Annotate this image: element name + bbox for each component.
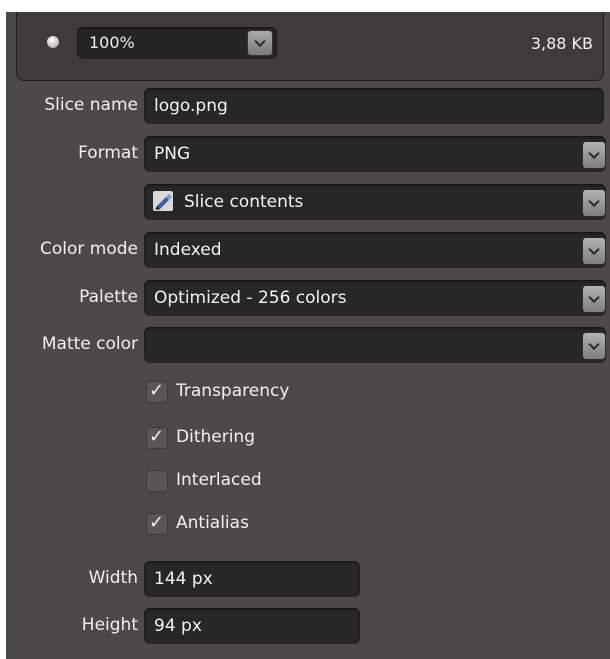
format-label: Format (78, 143, 138, 163)
chevron-down-icon[interactable] (582, 332, 606, 360)
color-mode-value: Indexed (154, 240, 222, 260)
slice-name-label: Slice name (44, 95, 138, 115)
antialias-label: Antialias (176, 513, 249, 533)
chevron-down-icon[interactable] (247, 30, 273, 56)
height-label: Height (81, 615, 138, 635)
format-value: PNG (154, 144, 191, 164)
slice-name-input[interactable]: logo.png (144, 88, 604, 124)
transparency-checkbox[interactable]: ✓ (146, 380, 168, 403)
height-input[interactable]: 94 px (144, 608, 360, 644)
transparency-label: Transparency (176, 381, 290, 401)
slice-name-value: logo.png (154, 96, 228, 116)
palette-select[interactable]: Optimized - 256 colors (144, 280, 606, 316)
width-label: Width (88, 568, 138, 588)
chevron-down-icon[interactable] (582, 285, 606, 313)
color-mode-label: Color mode (40, 239, 138, 259)
matte-color-label: Matte color (41, 334, 138, 354)
width-value: 144 px (154, 569, 213, 589)
check-icon: ✓ (149, 380, 165, 401)
preview-bar: 100% 3,88 KB (16, 12, 604, 81)
check-icon: ✓ (149, 426, 165, 447)
file-size: 3,88 KB (530, 34, 593, 53)
chevron-down-icon[interactable] (582, 237, 606, 265)
format-select[interactable]: PNG (144, 136, 606, 172)
slice-export-panel: 100% 3,88 KB Slice name logo.png Format … (6, 12, 610, 659)
matte-color-select[interactable] (144, 327, 606, 363)
chevron-down-icon[interactable] (582, 141, 606, 169)
interlaced-label: Interlaced (176, 470, 262, 490)
width-input[interactable]: 144 px (144, 561, 360, 597)
slice-contents-value: Slice contents (184, 192, 304, 212)
check-icon: ✓ (149, 512, 165, 533)
dithering-checkbox[interactable]: ✓ (146, 426, 168, 449)
zoom-value: 100% (89, 33, 135, 52)
antialias-checkbox[interactable]: ✓ (146, 512, 168, 535)
zoom-select[interactable]: 100% (77, 27, 277, 59)
slice-contents-select[interactable]: Slice contents (144, 184, 606, 220)
palette-label: Palette (79, 287, 138, 307)
chevron-down-icon[interactable] (582, 189, 606, 217)
color-mode-select[interactable]: Indexed (144, 232, 606, 268)
palette-value: Optimized - 256 colors (154, 288, 347, 308)
interlaced-checkbox[interactable] (146, 470, 168, 492)
dithering-label: Dithering (176, 427, 255, 447)
height-value: 94 px (154, 616, 202, 636)
slice-brush-icon (153, 191, 173, 211)
preview-radio-icon[interactable] (47, 36, 59, 48)
